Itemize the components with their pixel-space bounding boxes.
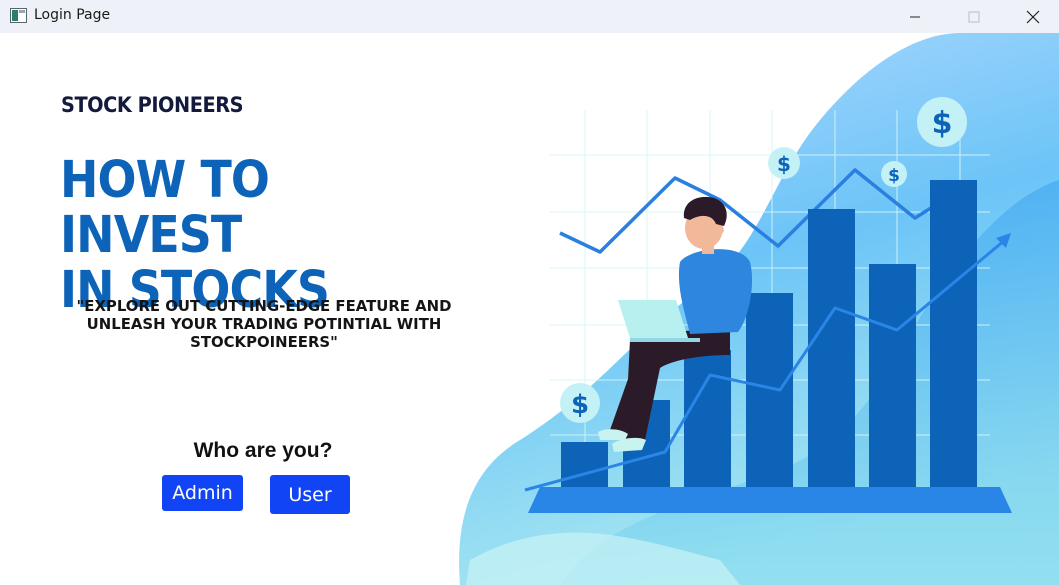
minimize-button[interactable]	[892, 0, 938, 33]
admin-button[interactable]: Admin	[162, 475, 243, 511]
app-icon	[10, 8, 27, 23]
chart-bar	[561, 442, 608, 490]
coin-symbol: $	[571, 390, 589, 420]
chart-base	[528, 487, 1012, 513]
tagline-line-2: UNLEASH YOUR TRADING POTINTIAL WITH	[86, 315, 442, 333]
minimize-icon	[910, 16, 920, 17]
dollar-coin-icon: $	[768, 147, 800, 179]
tagline-line-1: "EXPLORE OUT CUTTING-EDGE FEATURE AND	[76, 297, 452, 315]
headline-line-1: HOW TO INVEST	[60, 151, 270, 265]
tagline-line-3: STOCKPOINEERS"	[190, 333, 338, 351]
coin-symbol: $	[777, 152, 791, 176]
tagline: "EXPLORE OUT CUTTING-EDGE FEATURE AND UN…	[70, 297, 458, 351]
login-window: Login Page STOCK PIONEERS HOW TO INVEST …	[0, 0, 1059, 585]
chart-bar	[930, 180, 977, 490]
chart-bar	[684, 350, 731, 490]
chart-bar	[869, 264, 916, 490]
maximize-icon	[968, 11, 980, 22]
dollar-coin-icon: $	[881, 161, 907, 187]
user-button[interactable]: User	[270, 475, 350, 514]
stock-investor-illustration: $ $ $ $	[459, 33, 1059, 585]
title-bar[interactable]: Login Page	[0, 0, 1059, 33]
brand-name: STOCK PIONEERS	[61, 93, 244, 117]
window-title: Login Page	[34, 7, 111, 23]
dollar-coin-icon: $	[917, 97, 967, 147]
coin-symbol: $	[888, 166, 900, 186]
chart-bar	[808, 209, 855, 490]
close-icon	[1026, 10, 1040, 23]
role-question: Who are you?	[193, 439, 333, 462]
chart-bar	[746, 293, 793, 490]
content-area: STOCK PIONEERS HOW TO INVEST IN STOCKS "…	[0, 33, 1059, 585]
coin-symbol: $	[932, 106, 953, 141]
close-button[interactable]	[1010, 0, 1056, 33]
headline: HOW TO INVEST IN STOCKS	[60, 153, 447, 318]
maximize-button[interactable]	[951, 0, 997, 33]
dollar-coin-icon: $	[560, 383, 600, 423]
